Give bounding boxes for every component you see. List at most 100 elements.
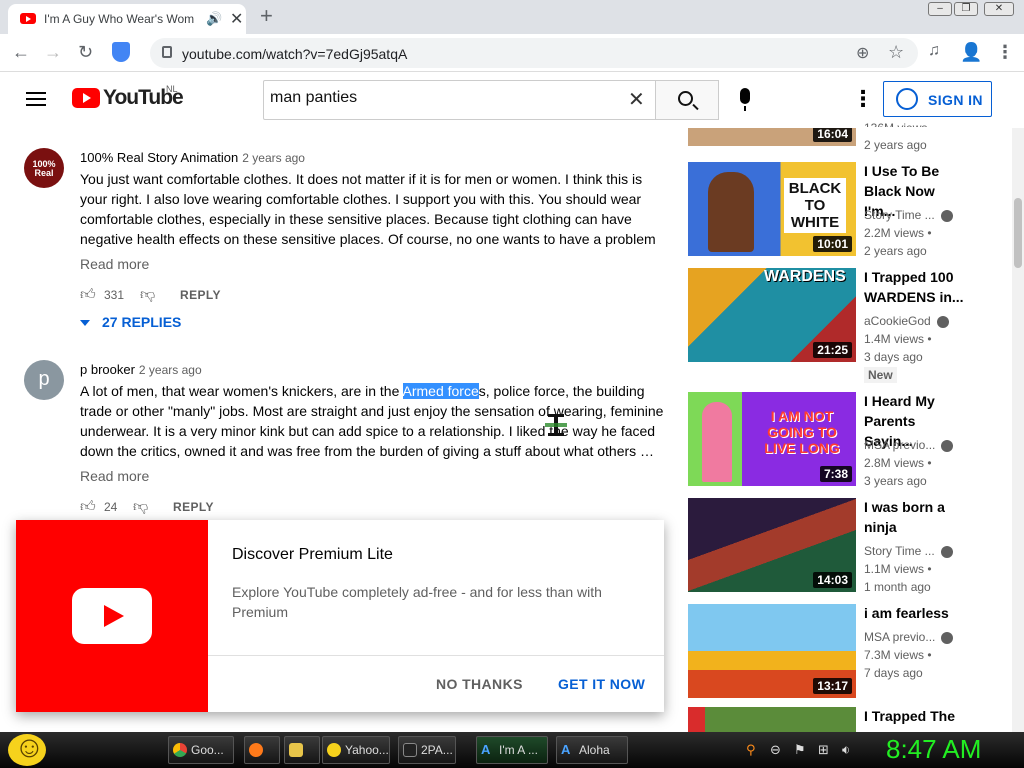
search-input[interactable] [270, 89, 620, 107]
channel-name[interactable]: MSA previo... [864, 630, 954, 644]
clock[interactable]: 8:47 AM [886, 734, 981, 765]
channel-label[interactable]: MSA previo... [864, 438, 935, 452]
like-count: 24 [104, 500, 118, 514]
status-tray-icon[interactable]: ⊖ [770, 742, 781, 758]
read-more-link[interactable]: Read more [80, 468, 149, 484]
lock-icon[interactable] [162, 46, 172, 58]
comment-author[interactable]: p brooker 2 years ago [80, 362, 202, 377]
taskbar-item-aloha[interactable]: A Aloha [556, 736, 628, 764]
reload-icon[interactable]: ↻ [78, 42, 93, 63]
microphone-icon[interactable] [740, 88, 750, 111]
audio-playing-icon[interactable]: 🔊 [206, 11, 222, 27]
new-tab-button[interactable]: + [260, 3, 273, 29]
channel-label[interactable]: Story Time ... [864, 208, 935, 222]
search-box[interactable]: ✕ [263, 80, 656, 120]
browser-menu-icon[interactable]: ⋮ [996, 42, 1014, 63]
divider [208, 655, 664, 656]
flag-tray-icon[interactable]: ⚑ [794, 742, 806, 758]
browser-tab[interactable]: I'm A Guy Who Wear's Wom 🔊 ✕ [8, 4, 246, 34]
youtube-logo-icon[interactable] [72, 88, 100, 108]
volume-tray-icon[interactable]: 🔉︎ [842, 742, 850, 758]
channel-label[interactable]: MSA previo... [864, 630, 935, 644]
app-a-icon: A [481, 742, 491, 757]
video-title[interactable]: I Trapped The [864, 706, 984, 726]
channel-label[interactable]: Story Time ... [864, 544, 935, 558]
clear-search-icon[interactable]: ✕ [628, 87, 645, 112]
channel-name[interactable]: MSA previo... [864, 438, 954, 452]
read-more-link[interactable]: Read more [80, 256, 149, 272]
author-name[interactable]: p brooker [80, 362, 135, 377]
channel-label[interactable]: aCookieGod [864, 314, 931, 328]
video-title[interactable]: I was born a ninja [864, 497, 968, 537]
taskbar-item-firefox[interactable] [244, 736, 280, 764]
avatar[interactable]: 100% Real [24, 148, 64, 188]
video-title[interactable]: I Trapped 100 WARDENS in... [864, 267, 968, 307]
window-close-button[interactable]: ✕ [984, 2, 1014, 16]
channel-name[interactable]: aCookieGod [864, 314, 949, 328]
taskbar-item-chrome[interactable]: Goo... [168, 736, 234, 764]
comment-age[interactable]: 2 years ago [139, 363, 202, 377]
url-text[interactable]: youtube.com/watch?v=7edGj95atqA [182, 46, 407, 62]
like-icon[interactable]: 👍︎ [80, 498, 96, 516]
youtube-favicon-icon [20, 13, 36, 24]
tab-close-icon[interactable]: ✕ [230, 9, 243, 29]
taskbar-item-video[interactable]: A I'm A ... [476, 736, 548, 764]
media-control-icon[interactable]: ♫ [928, 42, 940, 60]
video-title[interactable]: i am fearless [864, 603, 968, 623]
shield-extension-icon[interactable] [112, 42, 130, 62]
network-tray-icon[interactable]: ⊞ [818, 742, 829, 758]
video-thumbnail[interactable] [688, 707, 856, 732]
search-icon [678, 91, 693, 106]
video-thumbnail[interactable]: BLACK TO WHITE 10:01 [688, 162, 856, 256]
taskbar-item-label: Goo... [191, 743, 224, 757]
address-bar[interactable]: youtube.com/watch?v=7edGj95atqA ⊕ ☆ [150, 38, 918, 68]
video-duration: 16:04 [813, 128, 852, 142]
video-thumbnail[interactable]: 14:03 [688, 498, 856, 592]
search-tray-icon[interactable]: ⚲ [746, 742, 756, 758]
avatar[interactable]: p [24, 360, 64, 400]
video-thumbnail[interactable]: I AM NOT GOING TO LIVE LONG 7:38 [688, 392, 856, 486]
profile-icon[interactable]: 👤 [960, 42, 982, 63]
video-thumbnail[interactable]: 16:04 [688, 128, 856, 146]
video-thumbnail[interactable]: 13:17 [688, 604, 856, 698]
verified-icon [941, 439, 954, 452]
start-smiley-icon[interactable] [8, 731, 46, 766]
add-icon[interactable]: ⊕ [856, 43, 869, 63]
video-views: 136M views [864, 119, 927, 127]
avatar-text: 100% Real [32, 159, 56, 178]
video-duration: 10:01 [813, 236, 852, 252]
author-name[interactable]: 100% Real Story Animation [80, 150, 238, 165]
taskbar-item-yahoo[interactable]: Yahoo... [322, 736, 390, 764]
promo-banner [16, 520, 208, 712]
comment-text-part: A lot of men, that wear women's knickers… [80, 383, 403, 399]
maximize-button[interactable]: ❐ [954, 2, 978, 16]
forward-arrow-icon[interactable]: → [44, 42, 62, 63]
comment-age[interactable]: 2 years ago [242, 151, 305, 165]
search-button[interactable] [655, 80, 719, 120]
comment-author[interactable]: 100% Real Story Animation 2 years ago [80, 150, 305, 165]
back-arrow-icon[interactable]: ← [12, 42, 30, 63]
hamburger-menu-icon[interactable] [26, 92, 46, 106]
reply-button[interactable]: REPLY [180, 288, 221, 302]
channel-name[interactable]: Story Time ... [864, 544, 953, 558]
dislike-icon[interactable]: 👎︎ [133, 498, 148, 516]
page-scrollbar[interactable] [1012, 128, 1024, 732]
like-icon[interactable]: 👍︎ [80, 286, 96, 304]
video-age: 7 days ago [864, 666, 923, 680]
taskbar-item-folder[interactable] [284, 736, 320, 764]
get-it-now-button[interactable]: GET IT NOW [558, 676, 645, 692]
taskbar: Goo... Yahoo... 2PA... A I'm A ... A Aloha… [0, 731, 1024, 768]
view-replies-button[interactable]: 27 REPLIES [80, 314, 181, 330]
dislike-icon[interactable]: 👎︎ [140, 286, 155, 304]
scrollbar-thumb[interactable] [1014, 198, 1022, 268]
sign-in-button[interactable]: SIGN IN [883, 81, 992, 117]
reply-button[interactable]: REPLY [173, 500, 214, 514]
channel-name[interactable]: Story Time ... [864, 208, 953, 222]
thumbnail-text: WARDENS [764, 268, 846, 285]
minimize-button[interactable]: – [928, 2, 952, 16]
taskbar-item-cmd[interactable]: 2PA... [398, 736, 456, 764]
no-thanks-button[interactable]: NO THANKS [436, 676, 523, 692]
video-thumbnail[interactable]: WARDENS 21:25 [688, 268, 856, 362]
bookmark-star-icon[interactable]: ☆ [888, 42, 904, 63]
settings-menu-icon[interactable]: ⋮ [852, 86, 874, 112]
